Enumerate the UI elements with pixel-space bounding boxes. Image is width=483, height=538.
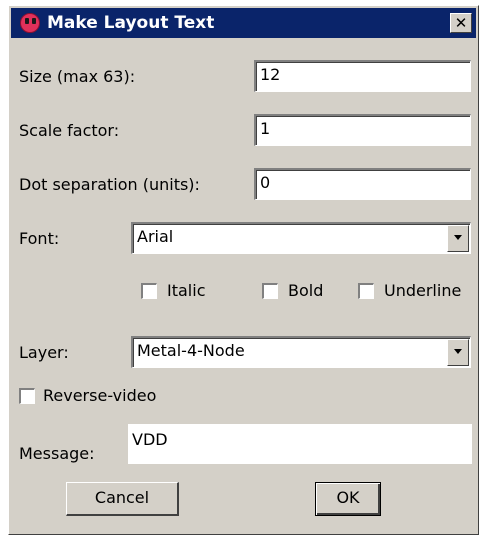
ok-button[interactable]: OK bbox=[315, 482, 381, 516]
chevron-down-icon[interactable] bbox=[447, 225, 469, 252]
dot-separation-value: 0 bbox=[260, 173, 271, 192]
close-icon: ✕ bbox=[454, 14, 468, 32]
font-value: Arial bbox=[137, 227, 174, 246]
underline-label: Underline bbox=[384, 281, 462, 300]
dot-separation-label: Dot separation (units): bbox=[19, 175, 200, 194]
message-label: Message: bbox=[19, 444, 95, 463]
reverse-video-checkbox[interactable] bbox=[19, 388, 35, 404]
italic-checkbox[interactable] bbox=[141, 283, 157, 299]
title-bar[interactable]: Make Layout Text ✕ bbox=[11, 8, 476, 38]
dot-separation-input[interactable]: 0 bbox=[254, 168, 471, 200]
message-value: VDD bbox=[132, 430, 168, 449]
chevron-down-icon[interactable] bbox=[447, 339, 469, 366]
make-layout-text-dialog: Make Layout Text ✕ Size (max 63): 12 Sca… bbox=[8, 5, 479, 535]
reverse-video-label: Reverse-video bbox=[43, 386, 157, 405]
layer-select[interactable]: Metal-4-Node bbox=[131, 336, 471, 368]
underline-checkbox[interactable] bbox=[358, 283, 374, 299]
bold-checkbox[interactable] bbox=[262, 283, 278, 299]
scale-factor-value: 1 bbox=[260, 119, 271, 138]
layer-label: Layer: bbox=[19, 343, 69, 362]
scale-factor-input[interactable]: 1 bbox=[254, 114, 471, 146]
window-title: Make Layout Text bbox=[47, 13, 215, 33]
font-label: Font: bbox=[19, 229, 60, 248]
size-input[interactable]: 12 bbox=[254, 60, 471, 92]
italic-label: Italic bbox=[167, 281, 206, 300]
size-label: Size (max 63): bbox=[19, 67, 136, 86]
bold-label: Bold bbox=[288, 281, 324, 300]
font-select[interactable]: Arial bbox=[131, 222, 471, 254]
size-value: 12 bbox=[260, 65, 281, 84]
message-input[interactable]: VDD bbox=[128, 424, 472, 464]
layer-value: Metal-4-Node bbox=[137, 341, 245, 360]
app-icon bbox=[20, 13, 40, 33]
scale-factor-label: Scale factor: bbox=[19, 121, 120, 140]
close-button[interactable]: ✕ bbox=[450, 13, 472, 33]
cancel-button[interactable]: Cancel bbox=[66, 482, 179, 516]
